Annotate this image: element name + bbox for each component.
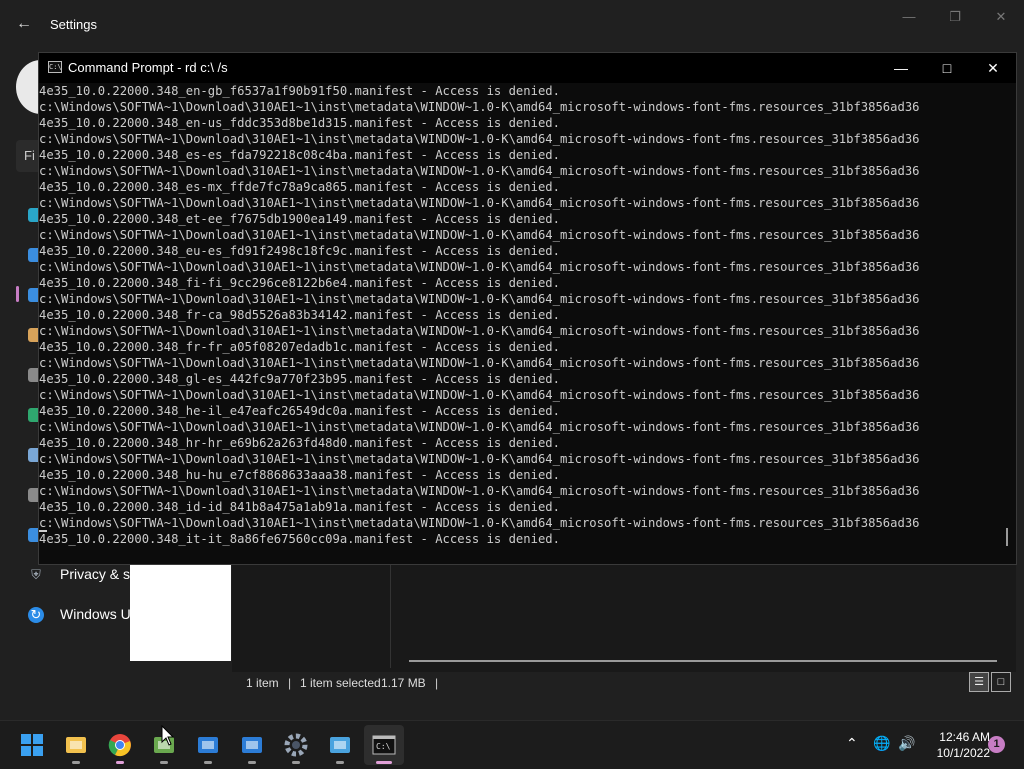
clock-time: 12:46 AM [939, 730, 990, 744]
console-line: c:\Windows\SOFTWA~1\Download\310AE1~1\in… [39, 292, 920, 306]
console-line: 4e35_10.0.22000.348_en-gb_f6537a1f90b91f… [39, 84, 560, 98]
console-line: c:\Windows\SOFTWA~1\Download\310AE1~1\in… [39, 484, 920, 498]
console-line: 4e35_10.0.22000.348_he-il_e47eafc26549dc… [39, 404, 560, 418]
console-line: c:\Windows\SOFTWA~1\Download\310AE1~1\in… [39, 452, 920, 466]
minimize-button[interactable]: — [878, 53, 924, 83]
item-count: 1 item [246, 676, 279, 690]
windows-start-icon [20, 733, 44, 757]
volume-icon[interactable]: 🔊 [898, 735, 915, 752]
settings-title: Settings [50, 17, 97, 32]
console-line: c:\Windows\SOFTWA~1\Download\310AE1~1\in… [39, 228, 920, 242]
virtualbox-manager-taskbar-button[interactable] [232, 725, 272, 765]
console-line: 4e35_10.0.22000.348_en-us_fddc353d8be1d3… [39, 116, 560, 130]
console-line: c:\Windows\SOFTWA~1\Download\310AE1~1\in… [39, 516, 920, 530]
cmd-app-icon: C:\ [48, 61, 62, 73]
pane-divider[interactable] [390, 562, 391, 668]
running-indicator [376, 761, 392, 764]
details-view-icon[interactable]: ☰ [969, 672, 989, 692]
console-line: 4e35_10.0.22000.348_hr-hr_e69b62a263fd48… [39, 436, 560, 450]
console-line: c:\Windows\SOFTWA~1\Download\310AE1~1\in… [39, 356, 920, 370]
chevron-up-icon[interactable]: ⌃ [846, 735, 858, 752]
sidebar-item-label: Privacy & s [60, 566, 131, 582]
console-line: 4e35_10.0.22000.348_fr-fr_a05f08207edadb… [39, 340, 560, 354]
virtualbox-manager-icon [240, 733, 264, 757]
svg-text:C:\: C:\ [376, 742, 391, 751]
maximize-button[interactable]: □ [924, 53, 970, 83]
shield-icon: ⛨ [31, 567, 41, 582]
running-indicator [336, 761, 344, 764]
chrome-icon [108, 733, 132, 757]
running-indicator [292, 761, 300, 764]
cmd-titlebar[interactable]: C:\ Command Prompt - rd c:\ /s — □ ✕ [39, 53, 1016, 83]
chrome-taskbar-button[interactable] [100, 725, 140, 765]
windows-update-icon: ↻ [28, 607, 44, 623]
terminal-icon: C:\ [372, 733, 396, 757]
globe-icon[interactable]: 🌐 [873, 735, 890, 752]
status-separator: | [435, 676, 439, 690]
close-button[interactable]: ✕ [970, 53, 1016, 83]
virtualbox-taskbar-button[interactable] [188, 725, 228, 765]
selection-indicator [16, 286, 19, 302]
virtualbox-icon [196, 733, 220, 757]
horizontal-scrollbar[interactable] [409, 660, 997, 662]
back-arrow-icon[interactable]: ← [14, 14, 34, 34]
file-explorer-window: 1 item | 1 item selected 1.17 MB | ☰ □ [232, 562, 1016, 694]
running-indicator [160, 761, 168, 764]
running-indicator [204, 761, 212, 764]
console-line: c:\Windows\SOFTWA~1\Download\310AE1~1\in… [39, 324, 920, 338]
mouse-cursor-icon [161, 725, 175, 746]
console-line: c:\Windows\SOFTWA~1\Download\310AE1~1\in… [39, 420, 920, 434]
status-bar: 1 item | 1 item selected 1.17 MB | ☰ □ [232, 672, 1016, 694]
console-line: c:\Windows\SOFTWA~1\Download\310AE1~1\in… [39, 100, 920, 114]
cmd-title: Command Prompt - rd c:\ /s [68, 60, 228, 75]
console-line: c:\Windows\SOFTWA~1\Download\310AE1~1\in… [39, 260, 920, 274]
tiles-view-icon[interactable]: □ [991, 672, 1011, 692]
clock-date: 10/1/2022 [936, 746, 990, 760]
console-line: 4e35_10.0.22000.348_fi-fi_9cc296ce8122b6… [39, 276, 560, 290]
taskbar: C:\ ⌃ 🌐 🔊 12:46 AM 10/1/2022 1 [0, 720, 1024, 769]
settings-gear-icon [284, 733, 308, 757]
selected-count: 1 item selected [300, 676, 381, 690]
status-separator: | [288, 676, 292, 690]
console-line: 4e35_10.0.22000.348_et-ee_f7675db1900ea1… [39, 212, 560, 226]
selected-size: 1.17 MB [381, 676, 426, 690]
console-line: 4e35_10.0.22000.348_eu-es_fd91f2498c18fc… [39, 244, 560, 258]
windows-start-taskbar-button[interactable] [12, 725, 52, 765]
console-line: c:\Windows\SOFTWA~1\Download\310AE1~1\in… [39, 388, 920, 402]
console-line: c:\Windows\SOFTWA~1\Download\310AE1~1\in… [39, 164, 920, 178]
console-line: c:\Windows\SOFTWA~1\Download\310AE1~1\in… [39, 196, 920, 210]
terminal-taskbar-button[interactable]: C:\ [364, 725, 404, 765]
minimize-icon[interactable]: — [898, 8, 920, 26]
notification-badge[interactable]: 1 [988, 736, 1005, 753]
console-line: 4e35_10.0.22000.348_it-it_8a86fe67560cc0… [39, 532, 560, 546]
file-explorer-icon [64, 733, 88, 757]
console-line: 4e35_10.0.22000.348_id-id_841b8a475a1ab9… [39, 500, 560, 514]
console-output[interactable]: 4e35_10.0.22000.348_en-gb_f6537a1f90b91f… [39, 83, 999, 564]
console-line: c:\Windows\SOFTWA~1\Download\310AE1~1\in… [39, 132, 920, 146]
preview-thumbnail [130, 562, 231, 661]
console-line: 4e35_10.0.22000.348_es-es_fda792218c08c4… [39, 148, 560, 162]
command-prompt-window[interactable]: C:\ Command Prompt - rd c:\ /s — □ ✕ 4e3… [39, 53, 1016, 564]
maximize-icon[interactable]: ❐ [944, 8, 966, 26]
console-line: 4e35_10.0.22000.348_es-mx_ffde7fc78a9ca8… [39, 180, 560, 194]
console-line: 4e35_10.0.22000.348_fr-ca_98d5526a83b341… [39, 308, 560, 322]
clock[interactable]: 12:46 AM 10/1/2022 [920, 729, 990, 761]
control-panel-icon [328, 733, 352, 757]
running-indicator [72, 761, 80, 764]
sidebar-item-label: Windows U [60, 606, 131, 622]
vertical-scrollbar[interactable] [1006, 528, 1008, 546]
file-explorer-taskbar-button[interactable] [56, 725, 96, 765]
close-icon[interactable]: ✕ [990, 8, 1012, 26]
console-cursor [39, 530, 47, 532]
console-line: 4e35_10.0.22000.348_hu-hu_e7cf8868633aaa… [39, 468, 560, 482]
settings-gear-taskbar-button[interactable] [276, 725, 316, 765]
running-indicator [248, 761, 256, 764]
running-indicator [116, 761, 124, 764]
control-panel-taskbar-button[interactable] [320, 725, 360, 765]
console-line: 4e35_10.0.22000.348_gl-es_442fc9a770f23b… [39, 372, 560, 386]
